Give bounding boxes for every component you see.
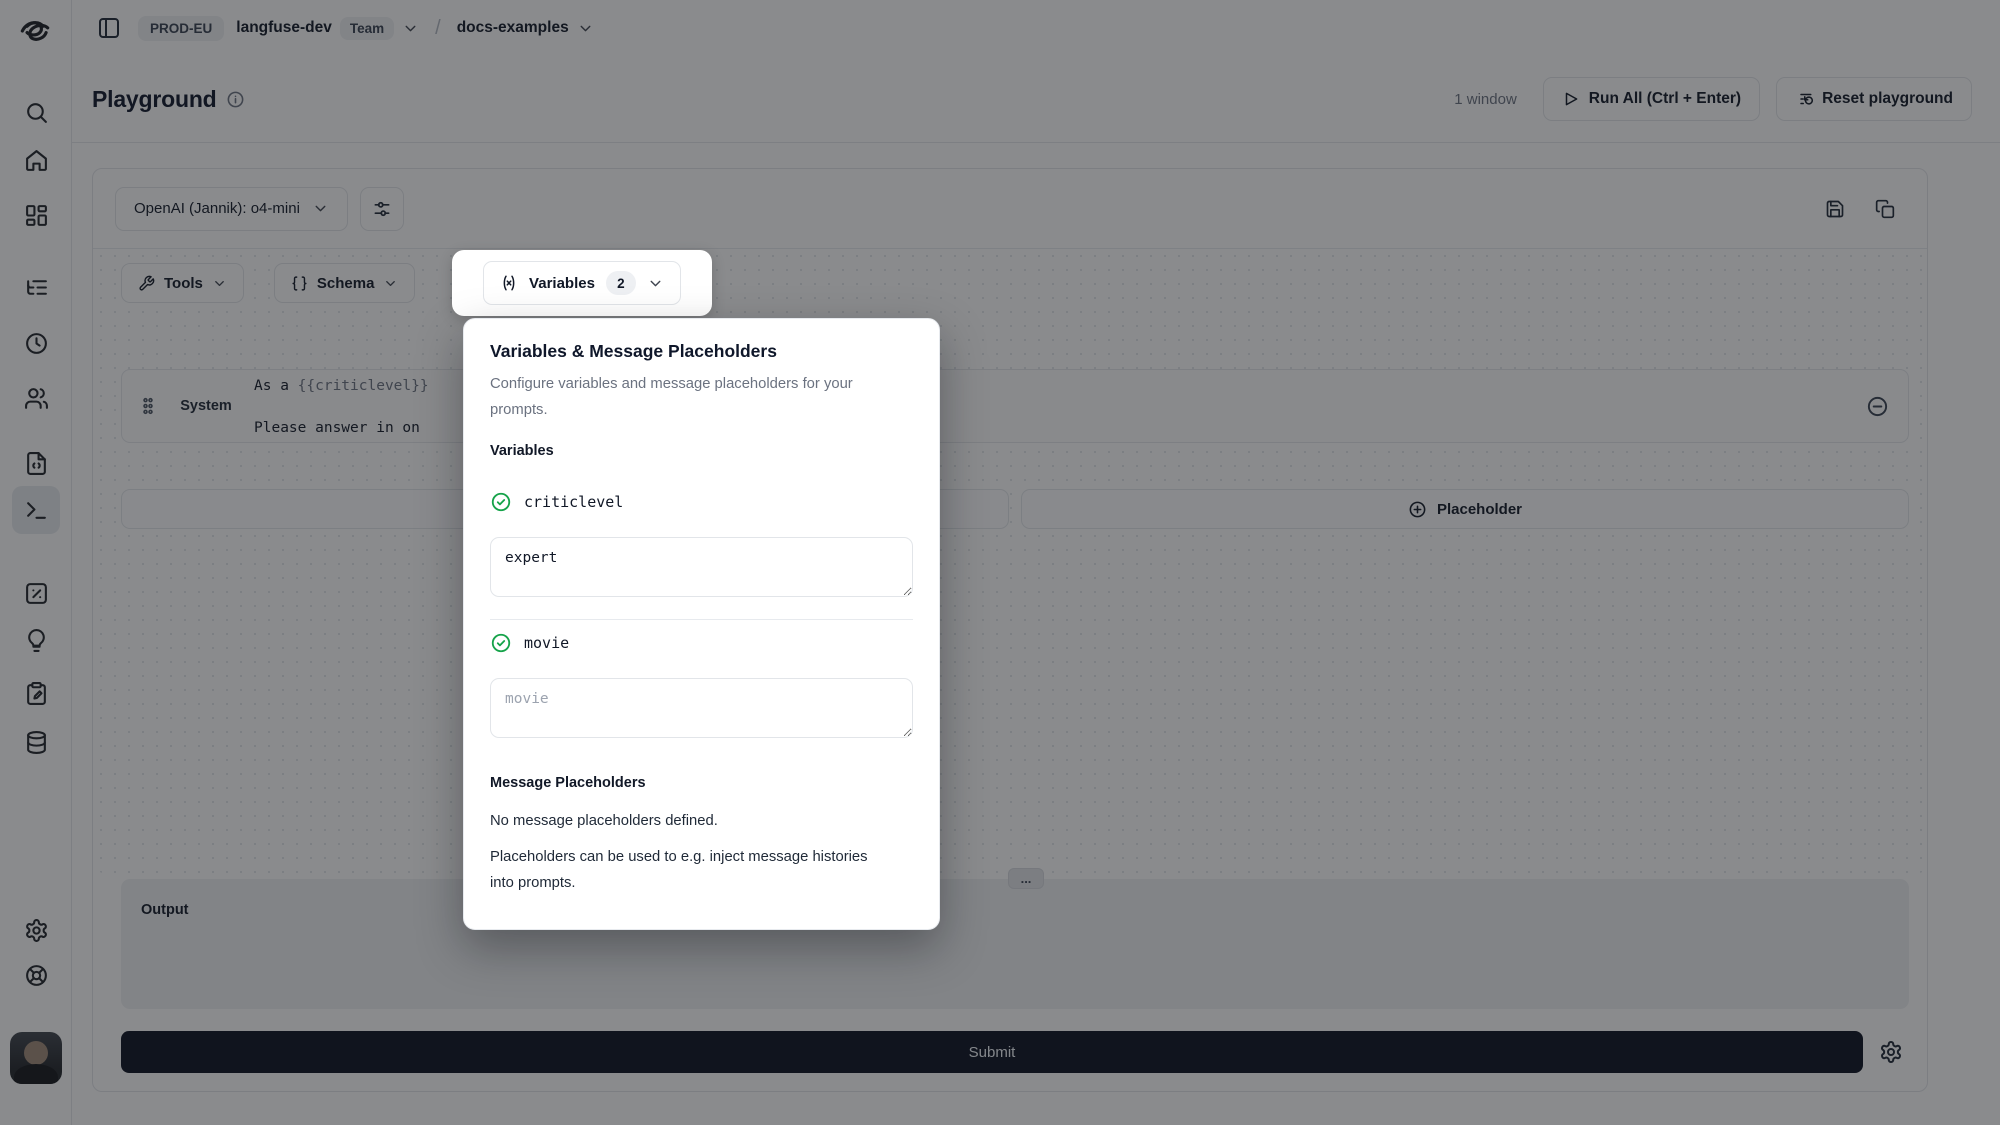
- modal-overlay[interactable]: [0, 0, 2000, 1125]
- variable-row: criticlevel: [490, 491, 913, 513]
- check-circle-icon: [490, 491, 512, 513]
- variable-row: movie: [490, 632, 913, 654]
- variable-value-input[interactable]: expert: [490, 537, 913, 597]
- check-circle-icon: [490, 632, 512, 654]
- popover-description: Configure variables and message placehol…: [490, 371, 890, 423]
- variables-section-heading: Variables: [490, 443, 913, 459]
- variables-trigger-card: Variables 2: [452, 250, 712, 316]
- popover-title: Variables & Message Placeholders: [490, 341, 913, 362]
- variable-name: criticlevel: [524, 493, 623, 511]
- placeholders-section-heading: Message Placeholders: [490, 775, 913, 791]
- placeholders-empty-text: No message placeholders defined.: [490, 808, 890, 834]
- chevron-down-icon: [647, 275, 664, 292]
- variables-popover: Variables & Message Placeholders Configu…: [463, 318, 940, 930]
- variable-value-input[interactable]: [490, 678, 913, 738]
- variables-count-badge: 2: [606, 271, 636, 295]
- variables-dropdown[interactable]: Variables 2: [483, 261, 681, 305]
- variable-icon: [500, 274, 518, 292]
- variable-name: movie: [524, 634, 569, 652]
- divider: [490, 619, 913, 620]
- placeholders-help-text: Placeholders can be used to e.g. inject …: [490, 844, 890, 896]
